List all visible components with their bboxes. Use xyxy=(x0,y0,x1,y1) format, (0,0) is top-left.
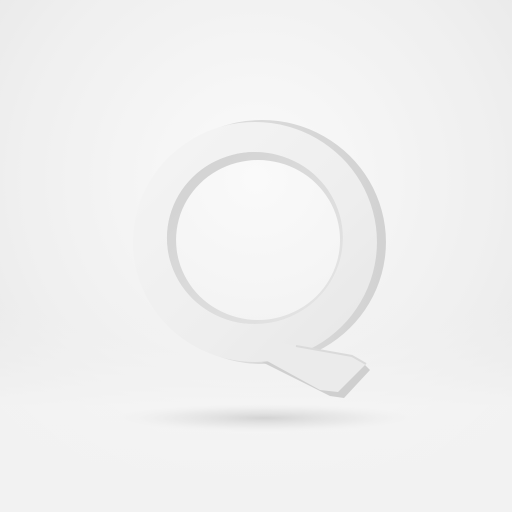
rendered-scene xyxy=(0,0,512,512)
floor-shadow xyxy=(115,404,415,432)
scene-svg xyxy=(0,0,512,512)
